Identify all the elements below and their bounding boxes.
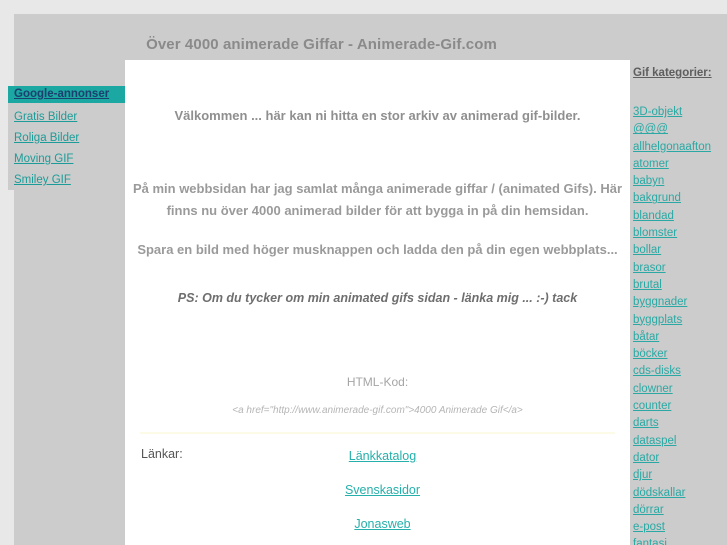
intro-text: På min webbsidan har jag samlat många an… — [132, 181, 623, 218]
list-item: Jonasweb — [135, 515, 630, 533]
category-blomster[interactable]: blomster — [633, 227, 677, 239]
welcome-text: Välkommen ... här kan ni hitta en stor a… — [174, 108, 581, 123]
category-dorrar[interactable]: dörrar — [633, 504, 664, 516]
list-item: brasor — [633, 259, 727, 276]
page-body: Över 4000 animerade Giffar - Animerade-G… — [8, 14, 727, 545]
category-bakgrund[interactable]: bakgrund — [633, 192, 681, 204]
list-item: Svenskasidor — [135, 481, 630, 499]
category-brasor[interactable]: brasor — [633, 262, 666, 274]
list-item: darts — [633, 414, 727, 431]
category-bollar[interactable]: bollar — [633, 244, 661, 256]
category-counter[interactable]: counter — [633, 400, 671, 412]
main-content-panel: Välkommen ... här kan ni hitta en stor a… — [125, 60, 630, 545]
list-item: bollar — [633, 241, 727, 258]
list-item: brutal — [633, 276, 727, 293]
list-item: byggnader — [633, 293, 727, 310]
category-3d-objekt[interactable]: 3D-objekt — [633, 106, 682, 118]
google-ads-sidebar: Google-annonser Gratis Bilder Roliga Bil… — [8, 86, 134, 190]
category-fantasi[interactable]: fantasi — [633, 538, 667, 545]
ps-note-text: PS: Om du tycker om min animated gifs si… — [177, 291, 578, 305]
link-lankkatalog[interactable]: Länkkatalog — [349, 449, 416, 463]
category-allhelgonaafton[interactable]: allhelgonaafton — [633, 141, 711, 153]
list-item: byggplats — [633, 311, 727, 328]
list-item: bakgrund — [633, 189, 727, 206]
list-item: blandad — [633, 207, 727, 224]
category-at-symbols[interactable]: @@@ — [633, 123, 668, 135]
list-item: atomer — [633, 155, 727, 172]
category-dodskallar[interactable]: dödskallar — [633, 487, 685, 499]
links-list: Länkkatalog Svenskasidor Jonasweb — [125, 447, 630, 533]
link-jonasweb[interactable]: Jonasweb — [354, 517, 410, 531]
list-item: babyn — [633, 172, 727, 189]
html-code-snippet: <a href="http://www.animerade-gif.com">4… — [232, 405, 523, 416]
list-item: counter — [633, 397, 727, 414]
list-item: fantasi — [633, 535, 727, 545]
list-item: Moving GIF — [14, 149, 134, 167]
list-item: djur — [633, 466, 727, 483]
google-ads-link-list: Gratis Bilder Roliga Bilder Moving GIF S… — [8, 103, 134, 188]
categories-list: 3D-objekt @@@ allhelgonaafton atomer bab… — [633, 79, 727, 545]
link-svenskasidor[interactable]: Svenskasidor — [345, 483, 420, 497]
list-item: Smiley GIF — [14, 170, 134, 188]
categories-header: Gif kategorier: — [633, 67, 712, 79]
list-item: blomster — [633, 224, 727, 241]
list-item: Roliga Bilder — [14, 128, 134, 146]
category-babyn[interactable]: babyn — [633, 175, 664, 187]
list-item: cds-disks — [633, 362, 727, 379]
sidebar-item-roliga-bilder[interactable]: Roliga Bilder — [14, 132, 79, 144]
list-item: Länkkatalog — [135, 447, 630, 465]
category-byggnader[interactable]: byggnader — [633, 296, 687, 308]
list-item: dödskallar — [633, 484, 727, 501]
links-section: Länkar: Länkkatalog Svenskasidor Jonaswe… — [125, 434, 630, 533]
category-atomer[interactable]: atomer — [633, 158, 669, 170]
category-dataspel[interactable]: dataspel — [633, 435, 676, 447]
list-item: böcker — [633, 345, 727, 362]
category-darts[interactable]: darts — [633, 417, 659, 429]
list-item: allhelgonaafton — [633, 138, 727, 155]
list-item: dörrar — [633, 501, 727, 518]
category-batar[interactable]: båtar — [633, 331, 659, 343]
list-item: dataspel — [633, 432, 727, 449]
list-item: e-post — [633, 518, 727, 535]
categories-sidebar: Gif kategorier: 3D-objekt @@@ allhelgona… — [630, 60, 727, 545]
sidebar-item-moving-gif[interactable]: Moving GIF — [14, 153, 73, 165]
list-item: clowner — [633, 380, 727, 397]
category-e-post[interactable]: e-post — [633, 521, 665, 533]
google-ads-header: Google-annonser — [8, 86, 134, 103]
page-title: Över 4000 animerade Giffar - Animerade-G… — [146, 36, 497, 54]
list-item: dator — [633, 449, 727, 466]
html-code-label: HTML-Kod: — [346, 375, 409, 389]
category-byggplats[interactable]: byggplats — [633, 314, 682, 326]
list-item: 3D-objekt — [633, 103, 727, 120]
list-item: båtar — [633, 328, 727, 345]
category-dator[interactable]: dator — [633, 452, 659, 464]
list-item: @@@ — [633, 120, 727, 137]
category-bocker[interactable]: böcker — [633, 348, 668, 360]
sidebar-item-smiley-gif[interactable]: Smiley GIF — [14, 174, 71, 186]
sidebar-item-gratis-bilder[interactable]: Gratis Bilder — [14, 111, 77, 123]
save-instruction-text: Spara en bild med höger musknappen och l… — [137, 242, 618, 257]
category-clowner[interactable]: clowner — [633, 383, 673, 395]
category-djur[interactable]: djur — [633, 469, 652, 481]
category-blandad[interactable]: blandad — [633, 210, 674, 222]
list-item: Gratis Bilder — [14, 107, 134, 125]
category-cds-disks[interactable]: cds-disks — [633, 365, 681, 377]
category-brutal[interactable]: brutal — [633, 279, 662, 291]
links-label: Länkar: — [141, 447, 183, 461]
